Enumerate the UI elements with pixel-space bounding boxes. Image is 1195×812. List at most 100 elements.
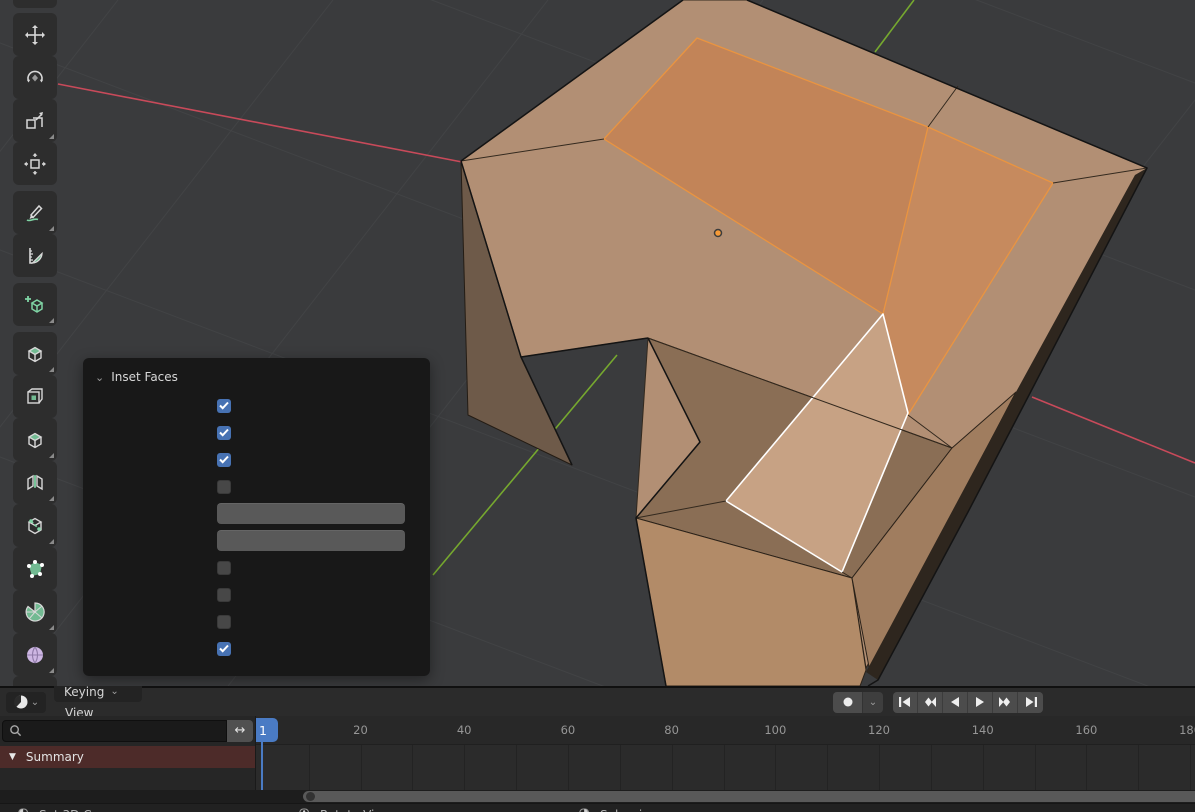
status-hint-label: Seleccionar	[600, 808, 669, 812]
operator-panel-header[interactable]: ⌄ Inset Faces	[83, 366, 430, 392]
checkbox-individual[interactable]	[217, 614, 231, 629]
checkbox-select-outer[interactable]	[217, 587, 231, 602]
chevron-down-icon: ⌄	[110, 686, 119, 697]
play-reverse-button[interactable]	[943, 691, 968, 713]
status-hint-right-mouse: Seleccionar	[579, 804, 669, 812]
summary-channel-label: Summary	[25, 750, 84, 764]
extrude-icon	[27, 346, 43, 362]
mouse-right-icon	[579, 808, 589, 812]
poly-build-tool[interactable]	[13, 547, 57, 590]
y-axis-green-top	[874, 0, 915, 53]
subtool-corner-icon	[49, 539, 54, 544]
chevron-down-icon: ⌄	[95, 370, 105, 384]
panel-row	[83, 446, 430, 473]
chevron-down-icon: ⌄	[30, 696, 40, 708]
subtool-corner-icon	[49, 625, 54, 630]
panel-row	[83, 608, 430, 635]
panel-row	[83, 581, 430, 608]
mouse-left-icon	[18, 808, 28, 812]
jump-start-icon	[899, 697, 910, 707]
subtool-corner-icon	[49, 453, 54, 458]
ruler-tick-label: 160	[1075, 723, 1098, 737]
knife-tool[interactable]	[13, 504, 57, 547]
status-bar: Set 3D Cursor Rotate View Seleccionar	[0, 803, 1195, 812]
select-tool[interactable]	[13, 0, 57, 8]
scale-tool[interactable]	[13, 99, 57, 142]
ruler-tick-label: 40	[456, 723, 472, 737]
transform-tool[interactable]	[13, 142, 57, 185]
smooth-tool[interactable]	[13, 633, 57, 676]
current-frame-badge[interactable]: 1	[256, 718, 278, 742]
checkbox-boundary[interactable]	[217, 398, 231, 413]
ruler-tick-label: 20	[353, 723, 368, 737]
checkbox-interpolate[interactable]	[217, 641, 231, 656]
editor-type-button[interactable]: ⌄	[6, 691, 46, 713]
move-tool[interactable]	[13, 13, 57, 56]
loop-cut-icon	[27, 474, 43, 490]
operator-panel-title: Inset Faces	[111, 370, 178, 384]
loop-cut-tool[interactable]	[13, 461, 57, 504]
search-icon	[10, 725, 22, 737]
checkbox-outset[interactable]	[217, 560, 231, 575]
x-axis-red-left	[57, 83, 463, 163]
move-icon	[25, 24, 45, 45]
play-icon	[976, 697, 984, 707]
depth-slider[interactable]	[217, 530, 405, 551]
thickness-slider[interactable]	[217, 503, 405, 524]
channel-filter-button[interactable]: ↔	[227, 719, 253, 742]
jump-to-start-button[interactable]	[893, 691, 918, 713]
prev-keyframe-button[interactable]	[918, 691, 943, 713]
keyframe-area[interactable]: 20 40 60 80 100 120 140 160 180 1	[256, 716, 1195, 790]
timeline-scrollbar[interactable]	[303, 791, 1195, 802]
ruler-tick-label: 180	[1179, 723, 1195, 737]
chevron-down-icon: ⌄	[868, 696, 878, 708]
record-dot-icon	[843, 697, 852, 707]
auto-keying-record-button[interactable]	[833, 691, 862, 713]
ruler-tick-label: 140	[971, 723, 994, 737]
subtool-corner-icon	[49, 318, 54, 323]
rotate-tool[interactable]	[13, 56, 57, 99]
panel-row	[83, 500, 430, 527]
summary-channel[interactable]: ▼ Summary	[0, 746, 255, 768]
panel-row	[83, 554, 430, 581]
panel-row	[83, 419, 430, 446]
checkbox-offset-relative[interactable]	[217, 452, 231, 467]
checkbox-edge-rail[interactable]	[217, 479, 231, 494]
timeline-body: ↔ ▼ Summary 20 40 60 80 100 120 140 160 180 1	[0, 716, 1195, 790]
bevel-tool[interactable]	[13, 418, 57, 461]
channel-search-input[interactable]	[2, 719, 227, 742]
randomize-tool[interactable]	[13, 676, 57, 686]
auto-keying-options-button[interactable]: ⌄	[862, 691, 883, 713]
measure-tool[interactable]	[13, 234, 57, 277]
playback-controls	[893, 691, 1043, 713]
status-hint-left-mouse: Set 3D Cursor	[18, 804, 123, 812]
inset-faces-tool[interactable]	[13, 375, 57, 418]
expand-triangle-icon: ▼	[9, 752, 16, 762]
subtool-corner-icon	[49, 134, 54, 139]
3d-viewport[interactable]: ⌄ Inset Faces	[0, 0, 1195, 686]
status-hint-label: Rotate View	[320, 808, 392, 812]
checkbox-offset-even[interactable]	[217, 425, 231, 440]
channel-region: ↔ ▼ Summary	[0, 716, 256, 790]
extrude-region-tool[interactable]	[13, 332, 57, 375]
subtool-corner-icon	[49, 496, 54, 501]
edited-mesh[interactable]	[460, 0, 1148, 686]
panel-row	[83, 635, 430, 662]
bevel-icon	[27, 432, 43, 448]
rotate-icon	[27, 70, 43, 82]
add-cube-tool[interactable]	[13, 283, 57, 326]
frame-ruler[interactable]: 20 40 60 80 100 120 140 160 180	[256, 716, 1195, 745]
timeline-header: ⌄ Playback⌄ Keying⌄ViewMarker ⌄	[0, 660, 1195, 741]
jump-to-end-button[interactable]	[1018, 691, 1043, 713]
timeline-scroll-row	[0, 790, 1195, 803]
panel-row	[83, 392, 430, 419]
spin-tool[interactable]	[13, 590, 57, 633]
play-rev-icon	[951, 697, 959, 707]
scrollbar-knob[interactable]	[306, 792, 315, 801]
annotate-icon	[26, 204, 43, 221]
next-keyframe-button[interactable]	[993, 691, 1018, 713]
play-button[interactable]	[968, 691, 993, 713]
annotate-tool[interactable]	[13, 191, 57, 234]
next-key-icon	[999, 697, 1010, 707]
ruler-tick-label: 100	[764, 723, 787, 737]
